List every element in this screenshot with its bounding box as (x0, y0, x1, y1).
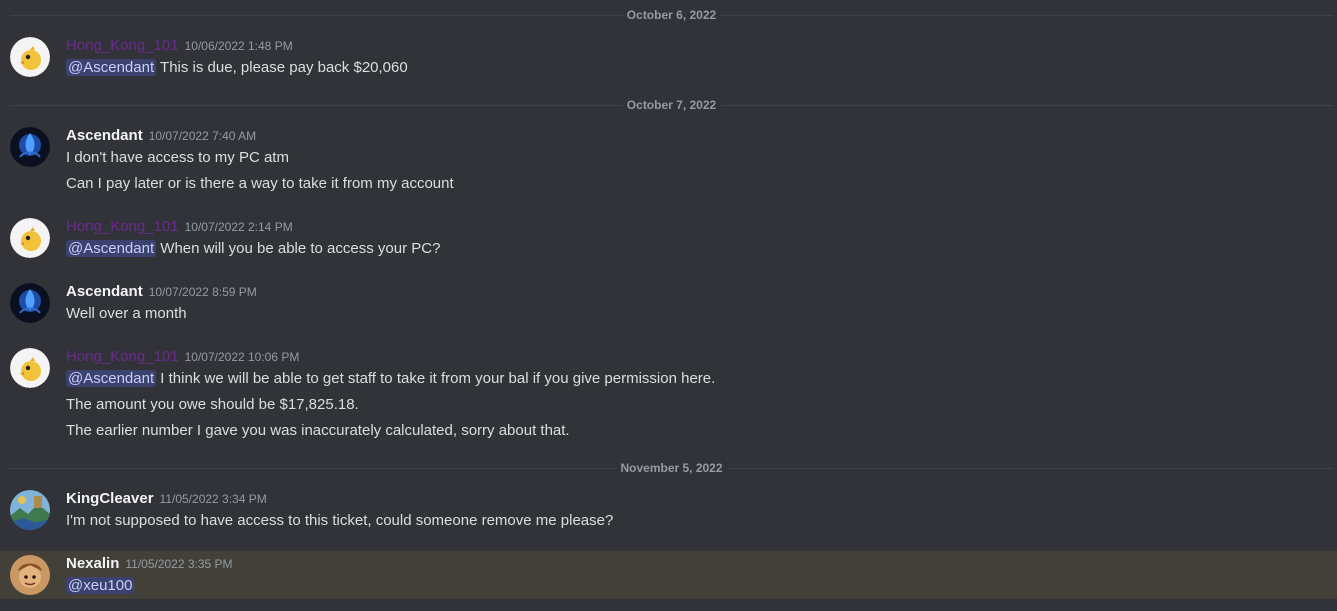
blue-abstract-avatar[interactable] (10, 283, 50, 323)
date-divider-label: October 6, 2022 (622, 7, 721, 23)
username[interactable]: Hong_Kong_101 (66, 37, 179, 54)
message-header: Hong_Kong_101 10/07/2022 2:14 PM (66, 217, 293, 237)
timestamp: 11/05/2022 3:34 PM (159, 492, 267, 506)
message[interactable]: Ascendant 10/07/2022 8:59 PM Well over a … (0, 282, 1337, 326)
landscape-avatar[interactable] (10, 490, 50, 530)
message-header: Ascendant 10/07/2022 8:59 PM (66, 282, 257, 302)
message-line: @xeu100 (66, 576, 135, 596)
message-header: Ascendant 10/07/2022 7:40 AM (66, 126, 256, 146)
message-text: When will you be able to access your PC? (160, 240, 441, 257)
message-header: Nexalin 11/05/2022 3:35 PM (66, 554, 233, 574)
message-text: I don't have access to my PC atm (66, 149, 289, 166)
date-divider: October 6, 2022 (10, 7, 1333, 23)
user-mention[interactable]: @Ascendant (66, 240, 157, 257)
message-text: Can I pay later or is there a way to tak… (66, 175, 454, 192)
message-text: Well over a month (66, 305, 187, 322)
date-divider-label: November 5, 2022 (616, 460, 727, 476)
date-divider: October 7, 2022 (10, 97, 1333, 113)
date-divider: November 5, 2022 (10, 460, 1333, 476)
message-header: Hong_Kong_101 10/07/2022 10:06 PM (66, 347, 299, 367)
message-highlighted[interactable]: Nexalin 11/05/2022 3:35 PM @xeu100 (0, 551, 1337, 599)
message-header: KingCleaver 11/05/2022 3:34 PM (66, 489, 267, 509)
date-divider-label: October 7, 2022 (622, 97, 721, 113)
user-mention[interactable]: @Ascendant (66, 370, 157, 387)
blue-abstract-avatar[interactable] (10, 127, 50, 167)
timestamp: 11/05/2022 3:35 PM (125, 557, 233, 571)
message-text: The earlier number I gave you was inaccu… (66, 422, 570, 439)
message-text: I'm not supposed to have access to this … (66, 512, 614, 529)
timestamp: 10/07/2022 8:59 PM (148, 285, 257, 299)
chat-window: October 6, 2022 Hong_Kong_101 10/06/2022 … (0, 0, 1337, 611)
message-line: @Ascendant I think we will be able to ge… (66, 369, 715, 389)
username[interactable]: Hong_Kong_101 (66, 348, 179, 365)
message-header: Hong_Kong_101 10/06/2022 1:48 PM (66, 36, 293, 56)
user-mention[interactable]: @xeu100 (66, 577, 135, 594)
message[interactable]: KingCleaver 11/05/2022 3:34 PM I'm not su… (0, 489, 1337, 533)
yellow-bird-avatar[interactable] (10, 348, 50, 388)
message[interactable]: Hong_Kong_101 10/06/2022 1:48 PM @Ascenda… (0, 36, 1337, 80)
message[interactable]: Ascendant 10/07/2022 7:40 AM I don't have… (0, 126, 1337, 198)
timestamp: 10/07/2022 2:14 PM (184, 220, 293, 234)
message-text: I think we will be able to get staff to … (160, 370, 716, 387)
message-line: @Ascendant When will you be able to acce… (66, 239, 440, 259)
message[interactable]: Hong_Kong_101 10/07/2022 10:06 PM @Ascend… (0, 347, 1337, 443)
message[interactable]: Hong_Kong_101 10/07/2022 2:14 PM @Ascenda… (0, 217, 1337, 261)
username[interactable]: Hong_Kong_101 (66, 218, 179, 235)
message-text: The amount you owe should be $17,825.18. (66, 396, 359, 413)
username[interactable]: Ascendant (66, 283, 143, 300)
message-line: @Ascendant This is due, please pay back … (66, 58, 408, 78)
username[interactable]: Ascendant (66, 127, 143, 144)
username[interactable]: Nexalin (66, 555, 119, 572)
username[interactable]: KingCleaver (66, 490, 154, 507)
character-avatar[interactable] (10, 555, 50, 595)
timestamp: 10/07/2022 7:40 AM (148, 129, 257, 143)
timestamp: 10/06/2022 1:48 PM (184, 39, 293, 53)
yellow-bird-avatar[interactable] (10, 218, 50, 258)
message-text: This is due, please pay back $20,060 (160, 59, 408, 76)
user-mention[interactable]: @Ascendant (66, 59, 157, 76)
yellow-bird-avatar[interactable] (10, 37, 50, 77)
timestamp: 10/07/2022 10:06 PM (184, 350, 300, 364)
